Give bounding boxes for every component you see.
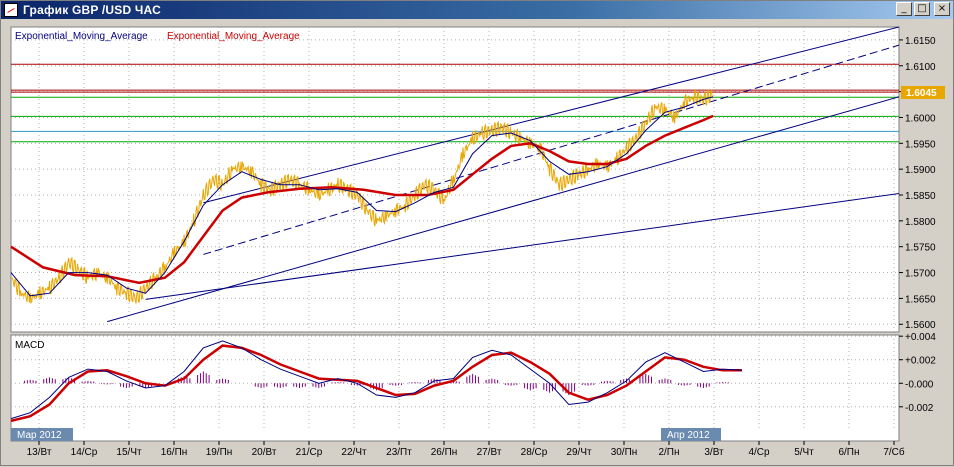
price-y-tick-label: 1.6000 [905,113,936,124]
x-tick-label: 3/Вт [704,447,724,458]
window-titlebar[interactable]: График GBP /USD ЧАС _ □ × [1,1,953,19]
x-tick-label: 29/Чт [566,447,592,458]
window-title: График GBP /USD ЧАС [23,3,161,17]
x-tick-label: 4/Ср [748,447,770,458]
price-y-axis: 1.5600 1.5650 1.5700 1.5750 1.5800 1.5850 1.59… [899,36,936,331]
x-tick-label: 16/Пн [161,447,188,458]
price-y-tick-label: 1.5600 [905,320,936,331]
macd-y-tick-label: +0.002 [905,356,936,367]
x-tick-label: 28/Ср [521,447,548,458]
x-tick-label: 21/Ср [296,447,323,458]
x-tick-label: 23/Пт [386,447,412,458]
close-button[interactable]: × [934,2,950,16]
price-y-tick-label: 1.6150 [905,36,936,47]
macd-y-tick-label: -0.002 [905,403,934,414]
price-y-tick-label: 1.5900 [905,165,936,176]
x-tick-label: 7/Сб [883,446,905,458]
chart-canvas[interactable]: Exponential_Moving_Average Exponential_M… [1,19,954,467]
month-label-march: Мар 2012 [17,430,62,441]
x-tick-label: 19/Пн [206,447,233,458]
maximize-button[interactable]: □ [914,2,930,16]
minimize-button[interactable]: _ [896,2,912,16]
macd-y-tick-label: +0.004 [905,332,936,343]
x-tick-label: 14/Ср [71,447,98,458]
price-y-tick-label: 1.6100 [905,62,936,73]
macd-y-axis: +0.004 +0.002 -0.000 -0.002 [899,332,936,414]
price-y-tick-label: 1.5950 [905,139,936,150]
price-y-tick-label: 1.5800 [905,217,936,228]
x-tick-label: 6/Пн [838,447,859,458]
price-y-tick-label: 1.5850 [905,191,936,202]
window-controls: _ □ × [896,2,950,16]
legend-ema-slow: Exponential_Moving_Average [167,31,300,42]
legend-ema-fast: Exponential_Moving_Average [15,31,148,42]
x-tick-label: 2/Пн [658,447,679,458]
price-y-tick-label: 1.5650 [905,294,936,305]
x-tick-label: 22/Чт [341,447,367,458]
price-y-tick-label: 1.5750 [905,243,936,254]
macd-label: MACD [15,340,44,351]
x-tick-label: 26/Пн [431,447,458,458]
x-tick-label: 5/Чт [794,447,814,458]
x-axis: 13/Вт 14/Ср 15/Чт 16/Пн 19/Пн 20/Вт 21/Ср 22/Чт… [27,441,905,458]
x-tick-label: 13/Вт [27,447,52,458]
current-price-label: 1.6045 [906,88,937,99]
macd-y-tick-label: -0.000 [905,379,934,390]
x-tick-label: 15/Чт [116,447,142,458]
x-tick-label: 20/Вт [252,447,277,458]
x-tick-label: 30/Пн [611,447,638,458]
chart-window: График GBP /USD ЧАС _ □ × Exponential_Mo… [0,0,954,466]
chart-app-icon [4,3,18,17]
x-tick-label: 27/Вт [477,447,502,458]
price-y-tick-label: 1.5700 [905,269,936,280]
month-label-april: Апр 2012 [667,430,710,441]
